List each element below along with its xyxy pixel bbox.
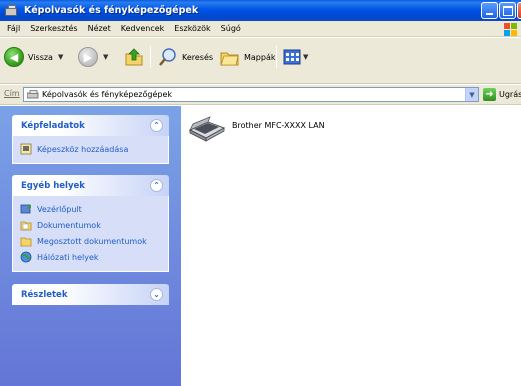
views-dropdown-icon[interactable]: ▼ (303, 53, 308, 61)
up-folder-icon (125, 48, 143, 66)
folders-icon (220, 52, 239, 66)
go-button[interactable]: ➜ Ugrás (483, 88, 521, 101)
forward-arrow-icon: ▶ (78, 47, 98, 67)
maximize-button[interactable] (499, 2, 516, 19)
menu-file[interactable]: Fájl (2, 24, 25, 33)
scanner-camera-icon (27, 90, 39, 99)
minimize-button[interactable] (481, 2, 498, 19)
panel-title: Képfeladatok (21, 120, 85, 131)
shared-folder-icon (20, 237, 32, 247)
address-value: Képolvasók és fényképezőgépek (42, 90, 173, 99)
panel-header[interactable]: Egyéb helyek ⌃ (12, 175, 169, 196)
menu-view[interactable]: Nézet (83, 24, 116, 33)
menu-tools[interactable]: Eszközök (169, 24, 215, 33)
expand-chevron-icon[interactable]: ⌄ (150, 288, 163, 301)
place-network-places[interactable]: Hálózati helyek (20, 249, 168, 265)
toolbar-separator (150, 46, 151, 68)
panel-title: Egyéb helyek (21, 180, 85, 191)
address-bar: Cím Képolvasók és fényképezőgépek ▼ ➜ Ug… (0, 85, 521, 105)
address-label: Cím (4, 89, 20, 98)
place-control-panel[interactable]: Vezérlőpult (20, 201, 168, 217)
network-places-icon (20, 251, 32, 263)
menu-edit[interactable]: Szerkesztés (25, 24, 82, 33)
go-arrow-icon: ➜ (483, 88, 496, 101)
panel-details: Részletek ⌄ (12, 284, 169, 305)
collapse-chevron-icon[interactable]: ⌃ (150, 119, 163, 132)
forward-dropdown-icon[interactable]: ▼ (103, 53, 108, 61)
task-pane: Képfeladatok ⌃ Képeszköz hozzáadása Egyé… (0, 106, 181, 386)
menu-bar: Fájl Szerkesztés Nézet Kedvencek Eszközö… (0, 21, 521, 37)
panel-title: Részletek (21, 289, 68, 300)
place-label: Vezérlőpult (37, 204, 82, 214)
place-label: Dokumentumok (37, 220, 101, 230)
back-dropdown-icon[interactable]: ▼ (58, 53, 63, 61)
panel-header[interactable]: Részletek ⌄ (12, 284, 169, 305)
content-area: Brother MFC-XXXX LAN (181, 106, 521, 386)
collapse-chevron-icon[interactable]: ⌃ (150, 179, 163, 192)
views-grid-icon (283, 49, 301, 65)
address-field[interactable]: Képolvasók és fényképezőgépek ▼ (23, 87, 479, 102)
close-button[interactable]: ✕ (517, 2, 521, 19)
toolbar-separator (276, 46, 277, 68)
place-shared-documents[interactable]: Megosztott dokumentumok (20, 233, 168, 249)
menu-help[interactable]: Súgó (216, 24, 246, 33)
search-button[interactable]: Keresés (158, 44, 213, 70)
up-folder-button[interactable] (124, 44, 144, 70)
device-item-brother[interactable]: Brother MFC-XXXX LAN (188, 116, 325, 142)
title-bar: Képolvasók és fényképezőgépek ✕ (0, 0, 521, 21)
folders-button[interactable]: Mappák (220, 44, 276, 70)
task-label: Képeszköz hozzáadása (37, 144, 129, 154)
address-dropdown-icon[interactable]: ▼ (465, 88, 478, 101)
scanner-camera-icon (5, 4, 19, 17)
panel-body: Vezérlőpult Dokumentumok Megosztott doku… (12, 196, 169, 272)
panel-header[interactable]: Képfeladatok ⌃ (12, 115, 169, 136)
forward-button[interactable]: ▶ ▼ (78, 44, 108, 70)
menu-favorites[interactable]: Kedvencek (116, 24, 170, 33)
panel-other-places: Egyéb helyek ⌃ Vezérlőpult Dokumentumok (12, 175, 169, 272)
place-label: Megosztott dokumentumok (37, 236, 147, 246)
go-label: Ugrás (499, 90, 521, 99)
place-label: Hálózati helyek (37, 252, 99, 262)
views-button[interactable]: ▼ (283, 44, 308, 70)
back-label: Vissza (28, 52, 53, 62)
documents-folder-icon (20, 221, 32, 231)
task-add-imaging-device[interactable]: Képeszköz hozzáadása (20, 141, 168, 157)
control-panel-icon (20, 204, 31, 214)
toolbar: ◀ Vissza ▼ ▶ ▼ Keresés Mappák ▼ (0, 38, 521, 84)
panel-body: Képeszköz hozzáadása (12, 136, 169, 164)
folders-label: Mappák (244, 52, 276, 62)
search-label: Keresés (182, 52, 214, 62)
panel-image-tasks: Képfeladatok ⌃ Képeszköz hozzáadása (12, 115, 169, 164)
scanner-icon (188, 116, 226, 142)
place-documents[interactable]: Dokumentumok (20, 217, 168, 233)
window-title: Képolvasók és fényképezőgépek (24, 5, 199, 16)
back-arrow-icon: ◀ (4, 47, 24, 67)
add-device-icon (20, 143, 32, 155)
windows-logo-icon (503, 22, 517, 36)
back-button[interactable]: ◀ Vissza ▼ (4, 44, 63, 70)
device-label: Brother MFC-XXXX LAN (232, 120, 325, 130)
search-icon (159, 48, 176, 66)
